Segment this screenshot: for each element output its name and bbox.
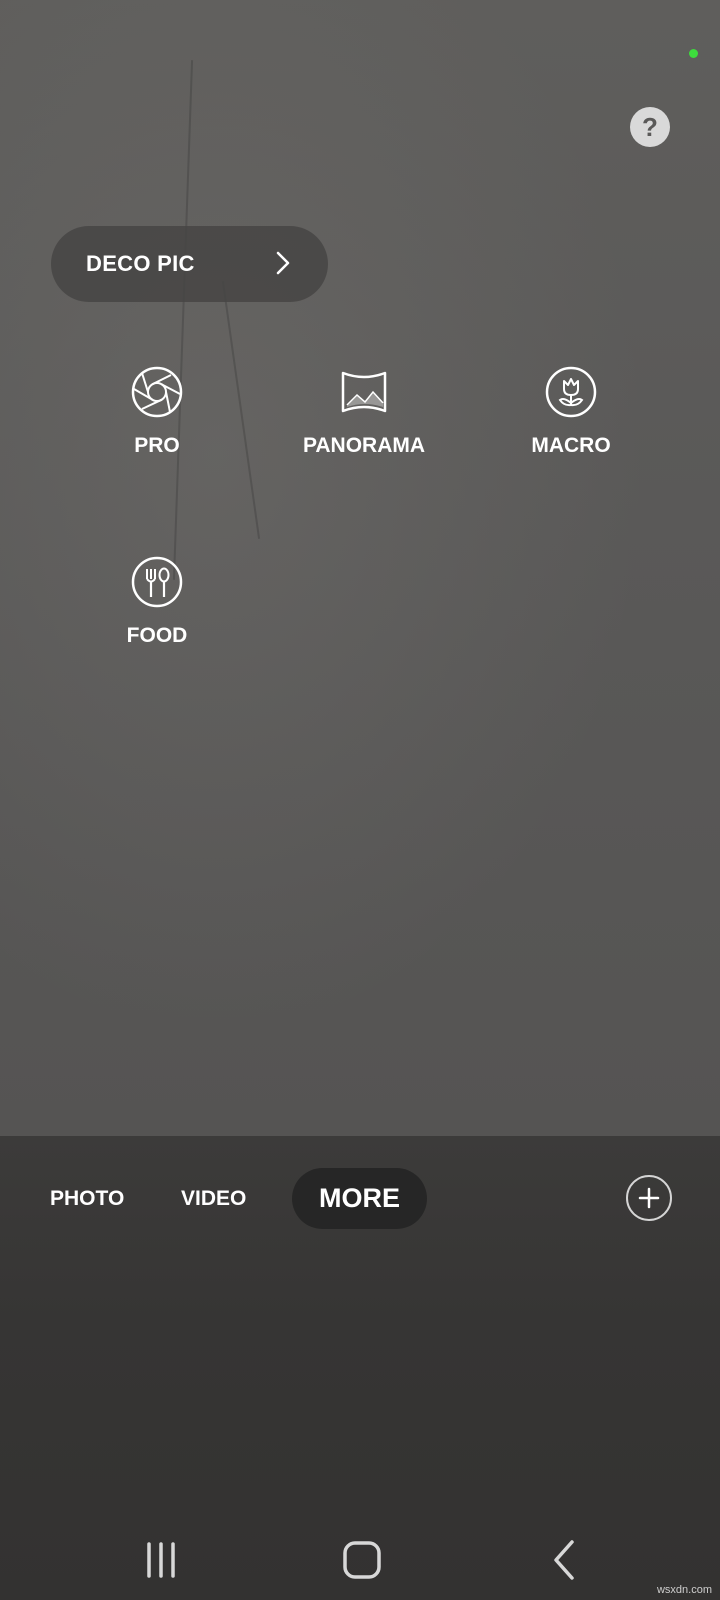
mode-label: PANORAMA (302, 434, 426, 457)
tab-photo[interactable]: PHOTO (50, 1187, 124, 1211)
panorama-icon (341, 371, 387, 413)
deco-pic-label: DECO PIC (86, 251, 195, 276)
flower-icon (545, 366, 597, 418)
tab-more-label: MORE (319, 1183, 400, 1213)
chevron-right-icon (276, 251, 290, 275)
back-icon[interactable] (540, 1536, 588, 1584)
mode-panorama[interactable]: PANORAMA (274, 365, 454, 458)
recent-apps-icon[interactable] (137, 1536, 185, 1584)
system-navigation-bar (0, 1520, 720, 1600)
camera-status-indicator (689, 49, 698, 58)
tab-more[interactable]: MORE (292, 1168, 427, 1229)
mode-label: FOOD (126, 624, 188, 647)
tab-video[interactable]: VIDEO (181, 1187, 246, 1211)
question-icon: ? (642, 111, 658, 142)
home-icon[interactable] (338, 1536, 386, 1584)
mode-label: PRO (134, 434, 180, 457)
plus-icon (638, 1187, 660, 1209)
mode-label: MACRO (531, 434, 611, 457)
aperture-icon (131, 366, 183, 418)
mode-pro[interactable]: PRO (67, 365, 247, 458)
fork-spoon-icon (131, 556, 183, 608)
help-button[interactable]: ? (630, 107, 670, 147)
wall-texture (172, 60, 194, 580)
mode-food[interactable]: FOOD (67, 555, 247, 648)
mode-macro[interactable]: MACRO (481, 365, 661, 458)
add-mode-button[interactable] (626, 1175, 672, 1221)
watermark-text: wsxdn.com (656, 1584, 712, 1596)
deco-pic-button[interactable]: DECO PIC (51, 226, 328, 302)
